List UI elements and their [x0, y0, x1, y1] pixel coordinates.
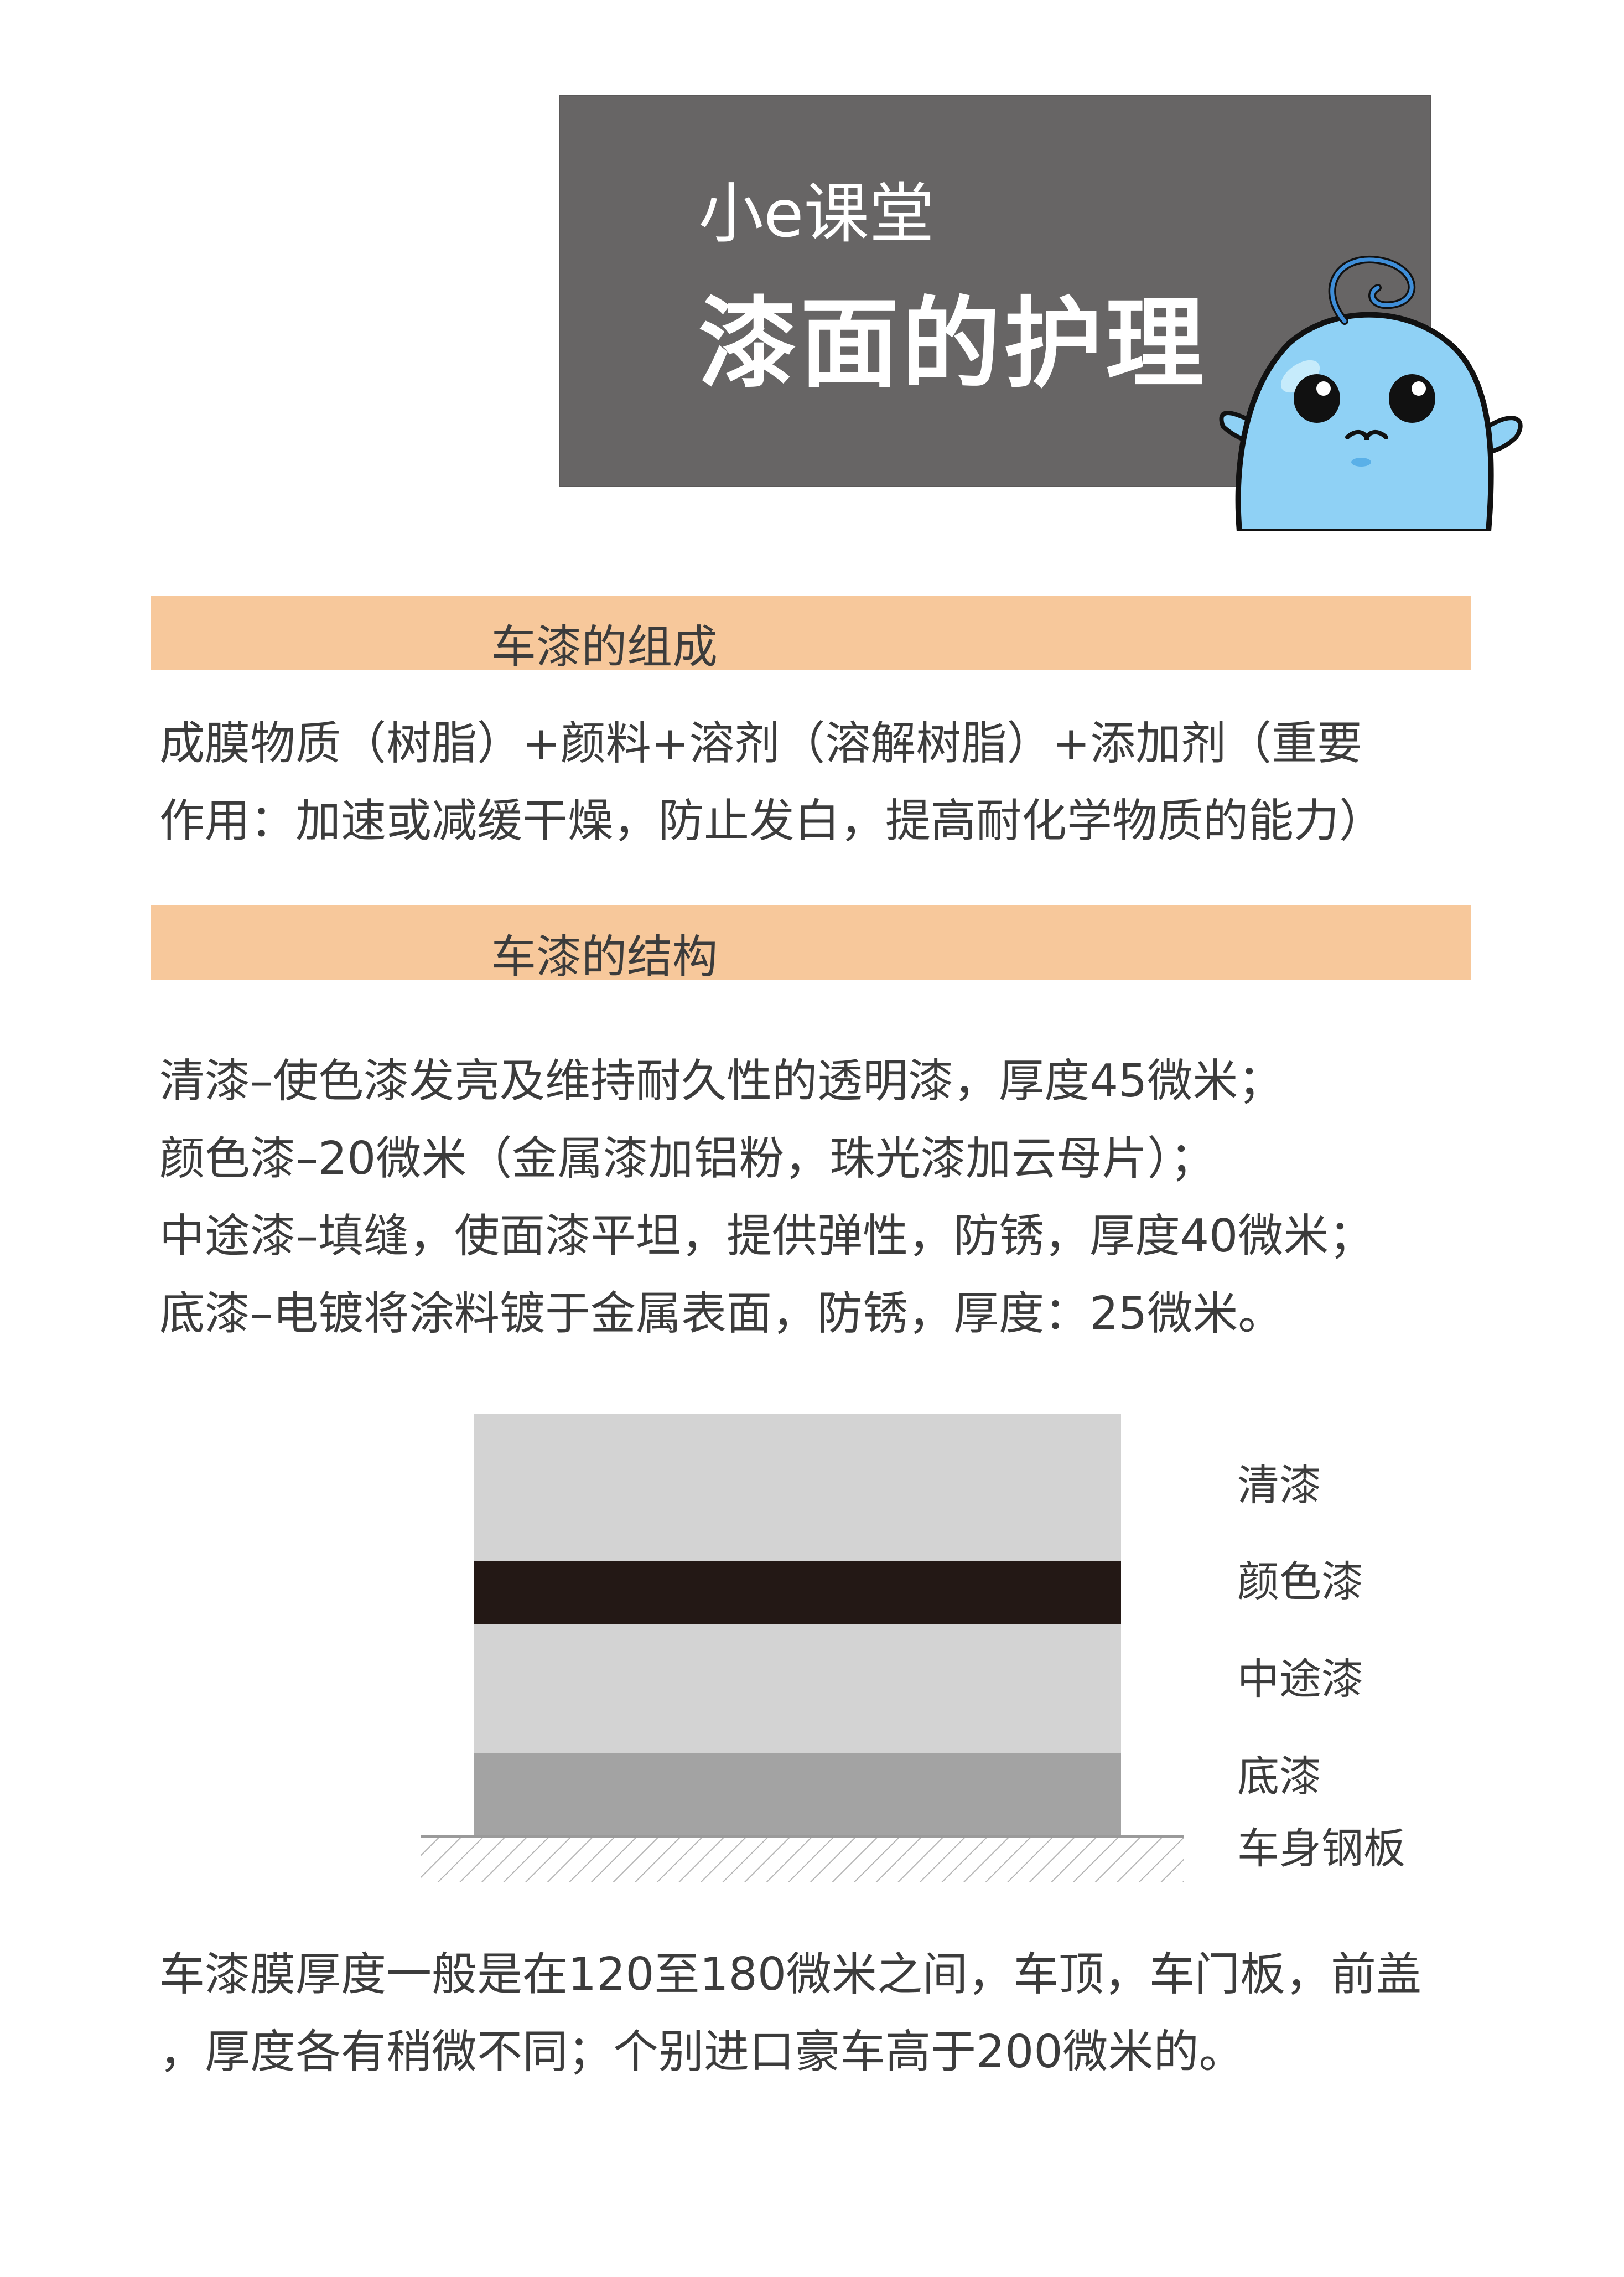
section-heading: 车漆的组成 [491, 621, 718, 674]
section-header-structure: 车漆的结构 [151, 905, 1471, 984]
color-coat-layer [474, 1561, 1121, 1624]
layer-label-steel-plate: 车身钢板 [1237, 1824, 1405, 1873]
paragraph-line: 中途漆–填缝，使面漆平坦，提供弹性，防锈，厚度40微米； [159, 1210, 1374, 1262]
paragraph-line: 清漆–使色漆发亮及维持耐久性的透明漆，厚度45微米； [159, 1055, 1284, 1108]
layer-label-primer-surfacer: 中途漆 [1237, 1654, 1363, 1704]
footer-line: 车漆膜厚度一般是在120至180微米之间，车顶，车门板，前盖 [159, 1948, 1422, 2001]
paragraph-line: 成膜物质（树脂）+颜料+溶剂（溶解树脂）+添加剂（重要 [159, 717, 1363, 770]
primer-surfacer-layer [474, 1624, 1121, 1753]
layer-label-base-primer: 底漆 [1237, 1752, 1321, 1801]
paragraph-line: 作用：加速或减缓干燥，防止发白，提高耐化学物质的能力） [159, 795, 1385, 847]
section-heading: 车漆的结构 [491, 931, 718, 984]
paragraph-line: 底漆–电镀将涂料镀于金属表面，防锈，厚度：25微米。 [159, 1287, 1284, 1340]
layer-label-color-coat: 颜色漆 [1237, 1557, 1363, 1606]
page-subtitle: 小e课堂 [698, 175, 935, 252]
layer-label-clear-coat: 清漆 [1237, 1461, 1321, 1510]
mascot-icon [1219, 255, 1523, 531]
page-title: 漆面的护理 [698, 287, 1207, 401]
steel-plate-hatch [421, 1838, 1184, 1882]
section-header-composition: 车漆的组成 [151, 596, 1471, 674]
paragraph-line: 颜色漆–20微米（金属漆加铝粉，珠光漆加云母片）； [159, 1132, 1216, 1185]
footer-line: ，厚度各有稍微不同；个别进口豪车高于200微米的。 [159, 2026, 1244, 2078]
clear-coat-layer [474, 1414, 1121, 1561]
base-primer-layer [474, 1753, 1121, 1835]
